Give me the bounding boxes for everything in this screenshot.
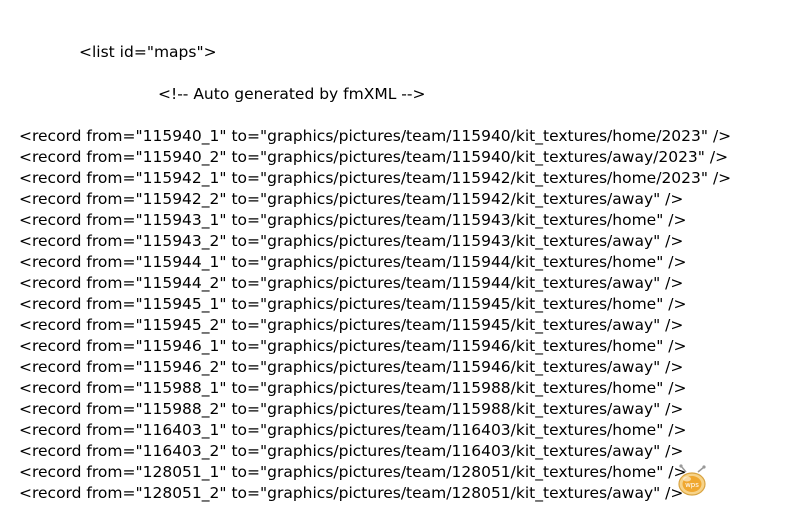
record-line: <record from="116403_2" to="graphics/pic…	[19, 442, 684, 460]
record-list: <record from="115940_1" to="graphics/pic…	[19, 126, 731, 504]
record-line: <record from="128051_1" to="graphics/pic…	[19, 463, 687, 481]
record-line: <record from="116403_1" to="graphics/pic…	[19, 421, 687, 439]
record-line: <record from="115942_1" to="graphics/pic…	[19, 169, 732, 187]
record-line: <record from="115944_1" to="graphics/pic…	[19, 253, 687, 271]
record-line: <record from="115945_2" to="graphics/pic…	[19, 316, 684, 334]
record-line: <record from="115942_2" to="graphics/pic…	[19, 190, 684, 208]
document-page: <list id="maps"> <!-- Auto generated by …	[0, 0, 804, 505]
record-line: <record from="115940_2" to="graphics/pic…	[19, 148, 729, 166]
record-line: <record from="115940_1" to="graphics/pic…	[19, 127, 732, 145]
record-line: <record from="115946_1" to="graphics/pic…	[19, 337, 687, 355]
record-line: <record from="115943_1" to="graphics/pic…	[19, 211, 687, 229]
record-line: <record from="115943_2" to="graphics/pic…	[19, 232, 684, 250]
auto-generated-comment: <!-- Auto generated by fmXML -->	[158, 85, 426, 103]
list-open-tag: <list id="maps">	[79, 43, 217, 61]
record-line: <record from="115988_2" to="graphics/pic…	[19, 400, 684, 418]
wps-assistant-icon[interactable]: wps	[672, 464, 712, 498]
record-line: <record from="115988_1" to="graphics/pic…	[19, 379, 687, 397]
record-line: <record from="115944_2" to="graphics/pic…	[19, 274, 684, 292]
record-line: <record from="128051_2" to="graphics/pic…	[19, 484, 684, 502]
record-line: <record from="115945_1" to="graphics/pic…	[19, 295, 687, 313]
wps-icon-label: wps	[685, 481, 699, 489]
record-line: <record from="115946_2" to="graphics/pic…	[19, 358, 684, 376]
